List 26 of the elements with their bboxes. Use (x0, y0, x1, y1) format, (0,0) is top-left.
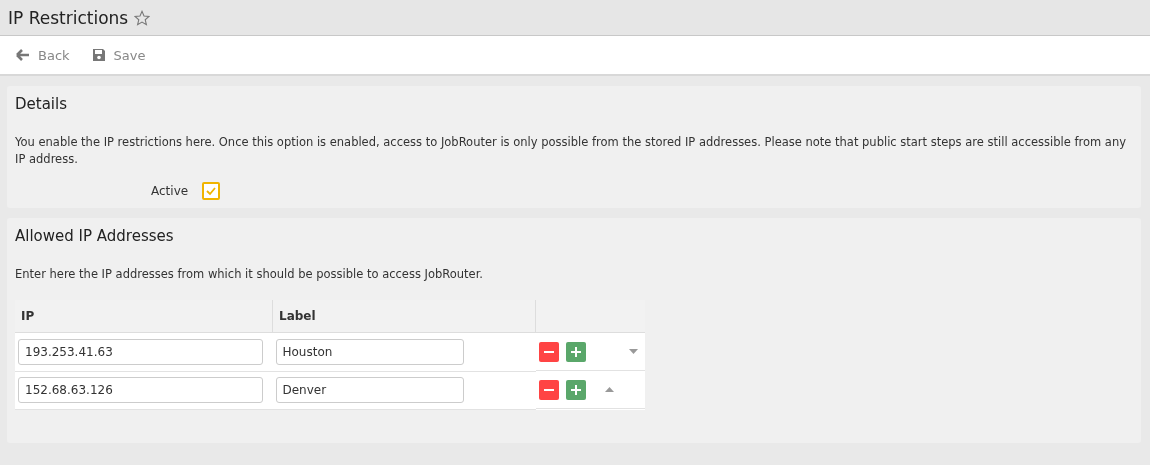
section-heading: Details (15, 94, 68, 115)
move-up-icon[interactable] (604, 387, 614, 392)
section-description: You enable the IP restrictions here. Once this option is enabled, access to JobRouter is only possible from the stored IP addresses. Please note that public start steps are still accessible from any IP address. (15, 134, 1127, 168)
remove-button[interactable] (538, 341, 559, 362)
page-title: IP Restrictions (8, 7, 129, 28)
back-button[interactable]: Back (10, 43, 76, 67)
ip-field[interactable]: 193.253.41.63 (18, 338, 263, 365)
add-button[interactable] (565, 341, 586, 362)
plus-icon (570, 384, 581, 395)
column-header: IP (15, 300, 273, 333)
star-icon[interactable] (134, 9, 151, 26)
move-down-icon[interactable] (628, 349, 638, 354)
arrow-left-icon (16, 48, 30, 62)
column-header: Label (272, 300, 536, 333)
active-label: Active (151, 184, 189, 198)
active-checkbox[interactable] (202, 182, 221, 200)
add-button[interactable] (565, 379, 586, 400)
plus-icon (570, 346, 581, 357)
label-field[interactable]: Houston (275, 338, 464, 365)
checkmark-icon (205, 185, 218, 197)
section-description: Enter here the IP addresses from which it should be possible to access JobRouter. (15, 266, 484, 283)
remove-button[interactable] (538, 379, 559, 400)
save-button[interactable]: Save (85, 43, 152, 67)
label-field[interactable]: Denver (275, 377, 464, 403)
ip-field[interactable]: 152.68.63.126 (18, 377, 263, 403)
section-heading: Allowed IP Addresses (15, 226, 175, 247)
